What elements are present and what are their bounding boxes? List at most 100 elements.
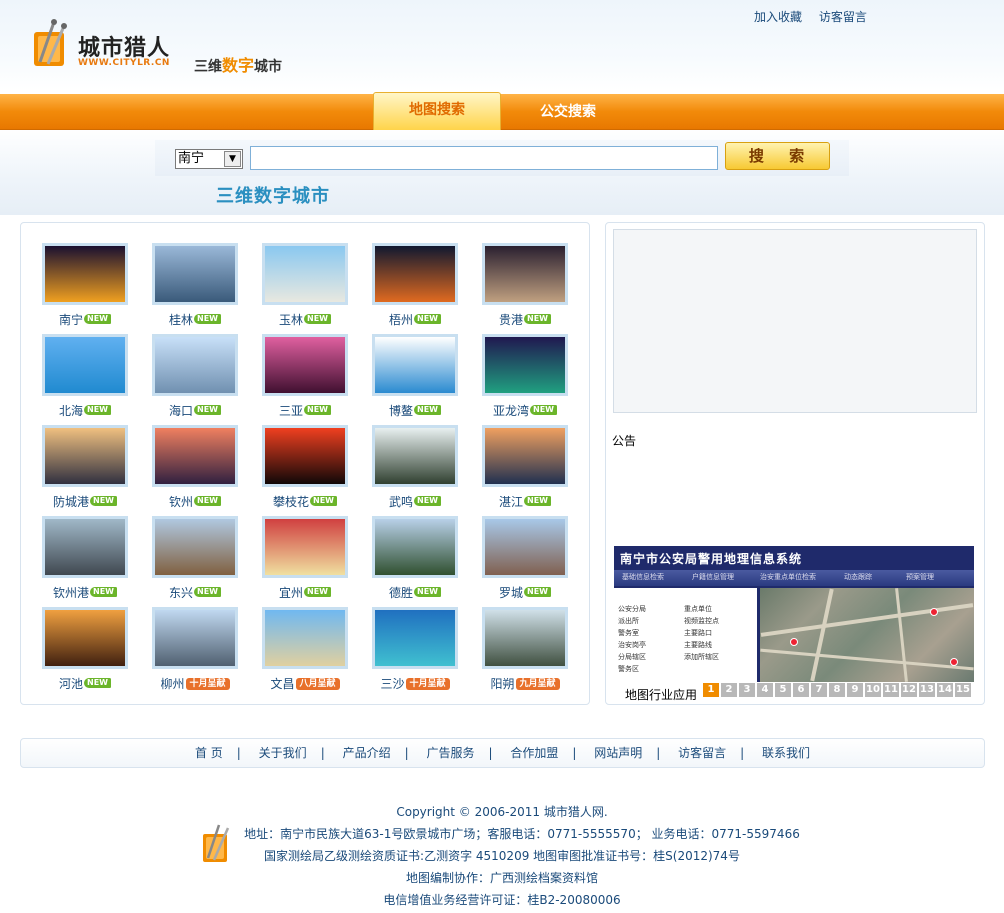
city-label[interactable]: 贵港 NEW (482, 311, 568, 328)
city-item[interactable]: 阳朔 九月呈献 (482, 607, 568, 693)
city-label[interactable]: 阳朔 九月呈献 (482, 675, 568, 692)
city-label[interactable]: 文昌 八月呈献 (262, 675, 348, 692)
city-label[interactable]: 东兴 NEW (152, 584, 238, 601)
city-item[interactable]: 南宁 NEW (42, 243, 128, 329)
page-button[interactable]: 14 (937, 683, 953, 697)
city-label[interactable]: 罗城 NEW (482, 584, 568, 601)
city-thumbnail[interactable] (372, 243, 458, 305)
city-thumbnail[interactable] (42, 334, 128, 396)
city-label[interactable]: 南宁 NEW (42, 311, 128, 328)
city-thumbnail[interactable] (482, 243, 568, 305)
page-button[interactable]: 13 (919, 683, 935, 697)
page-button[interactable]: 4 (757, 683, 773, 697)
guestbook-link[interactable]: 访客留言 (819, 10, 867, 24)
city-item[interactable]: 湛江 NEW (482, 425, 568, 511)
page-button[interactable]: 7 (811, 683, 827, 697)
city-label[interactable]: 玉林 NEW (262, 311, 348, 328)
city-item[interactable]: 三沙 十月呈献 (372, 607, 458, 693)
page-button[interactable]: 5 (775, 683, 791, 697)
page-button[interactable]: 15 (955, 683, 971, 697)
city-thumbnail[interactable] (372, 607, 458, 669)
page-button[interactable]: 2 (721, 683, 737, 697)
city-item[interactable]: 钦州港 NEW (42, 516, 128, 602)
city-thumbnail[interactable] (372, 516, 458, 578)
city-label[interactable]: 武鸣 NEW (372, 493, 458, 510)
city-select[interactable]: 南宁 ▼ (175, 149, 243, 169)
page-button[interactable]: 9 (847, 683, 863, 697)
footer-link-products[interactable]: 产品介绍 (343, 746, 391, 760)
tab-map-search[interactable]: 地图搜索 (373, 92, 501, 130)
footer-link-ads[interactable]: 广告服务 (426, 746, 474, 760)
city-label[interactable]: 宜州 NEW (262, 584, 348, 601)
city-label[interactable]: 亚龙湾 NEW (482, 402, 568, 419)
city-thumbnail[interactable] (42, 425, 128, 487)
city-thumbnail[interactable] (152, 516, 238, 578)
city-label[interactable]: 梧州 NEW (372, 311, 458, 328)
city-item[interactable]: 武鸣 NEW (372, 425, 458, 511)
city-item[interactable]: 钦州 NEW (152, 425, 238, 511)
city-item[interactable]: 防城港 NEW (42, 425, 128, 511)
city-item[interactable]: 东兴 NEW (152, 516, 238, 602)
city-item[interactable]: 海口 NEW (152, 334, 238, 420)
search-input[interactable] (250, 146, 718, 170)
city-item[interactable]: 北海 NEW (42, 334, 128, 420)
page-button[interactable]: 3 (739, 683, 755, 697)
city-label[interactable]: 防城港 NEW (42, 493, 128, 510)
add-favorite-link[interactable]: 加入收藏 (754, 10, 802, 24)
city-thumbnail[interactable] (152, 425, 238, 487)
city-item[interactable]: 宜州 NEW (262, 516, 348, 602)
page-button[interactable]: 1 (703, 683, 719, 697)
city-label[interactable]: 柳州 十月呈献 (152, 675, 238, 692)
city-thumbnail[interactable] (372, 334, 458, 396)
footer-link-guestbook[interactable]: 访客留言 (678, 746, 726, 760)
city-label[interactable]: 三沙 十月呈献 (372, 675, 458, 692)
city-item[interactable]: 博鳌 NEW (372, 334, 458, 420)
city-thumbnail[interactable] (42, 607, 128, 669)
city-thumbnail[interactable] (152, 243, 238, 305)
city-thumbnail[interactable] (42, 516, 128, 578)
city-item[interactable]: 三亚 NEW (262, 334, 348, 420)
city-thumbnail[interactable] (152, 334, 238, 396)
footer-link-contact[interactable]: 联系我们 (762, 746, 810, 760)
city-label[interactable]: 德胜 NEW (372, 584, 458, 601)
city-label[interactable]: 钦州港 NEW (42, 584, 128, 601)
site-logo[interactable]: 城市猎人 WWW.CITYLR.CN (32, 18, 172, 74)
city-item[interactable]: 柳州 十月呈献 (152, 607, 238, 693)
city-item[interactable]: 攀枝花 NEW (262, 425, 348, 511)
city-item[interactable]: 梧州 NEW (372, 243, 458, 329)
footer-link-about[interactable]: 关于我们 (259, 746, 307, 760)
city-thumbnail[interactable] (262, 607, 348, 669)
search-button[interactable]: 搜 索 (725, 142, 830, 170)
page-button[interactable]: 11 (883, 683, 899, 697)
city-thumbnail[interactable] (372, 425, 458, 487)
page-button[interactable]: 12 (901, 683, 917, 697)
city-thumbnail[interactable] (482, 334, 568, 396)
city-label[interactable]: 钦州 NEW (152, 493, 238, 510)
city-thumbnail[interactable] (42, 243, 128, 305)
city-item[interactable]: 德胜 NEW (372, 516, 458, 602)
city-item[interactable]: 河池 NEW (42, 607, 128, 693)
city-label[interactable]: 攀枝花 NEW (262, 493, 348, 510)
city-thumbnail[interactable] (152, 607, 238, 669)
city-item[interactable]: 罗城 NEW (482, 516, 568, 602)
city-item[interactable]: 玉林 NEW (262, 243, 348, 329)
footer-link-statement[interactable]: 网站声明 (594, 746, 642, 760)
city-thumbnail[interactable] (482, 516, 568, 578)
city-label[interactable]: 湛江 NEW (482, 493, 568, 510)
page-button[interactable]: 6 (793, 683, 809, 697)
city-thumbnail[interactable] (262, 425, 348, 487)
footer-link-partner[interactable]: 合作加盟 (510, 746, 558, 760)
city-item[interactable]: 贵港 NEW (482, 243, 568, 329)
city-item[interactable]: 桂林 NEW (152, 243, 238, 329)
gis-screenshot[interactable]: 南宁市公安局警用地理信息系统 基础信息检索 户籍信息管理 治安重点单位检索 动态… (614, 546, 974, 682)
city-label[interactable]: 海口 NEW (152, 402, 238, 419)
city-thumbnail[interactable] (482, 607, 568, 669)
city-label[interactable]: 河池 NEW (42, 675, 128, 692)
city-label[interactable]: 三亚 NEW (262, 402, 348, 419)
city-item[interactable]: 文昌 八月呈献 (262, 607, 348, 693)
city-thumbnail[interactable] (262, 516, 348, 578)
city-label[interactable]: 桂林 NEW (152, 311, 238, 328)
footer-link-home[interactable]: 首 页 (195, 746, 223, 760)
city-label[interactable]: 博鳌 NEW (372, 402, 458, 419)
city-thumbnail[interactable] (262, 243, 348, 305)
